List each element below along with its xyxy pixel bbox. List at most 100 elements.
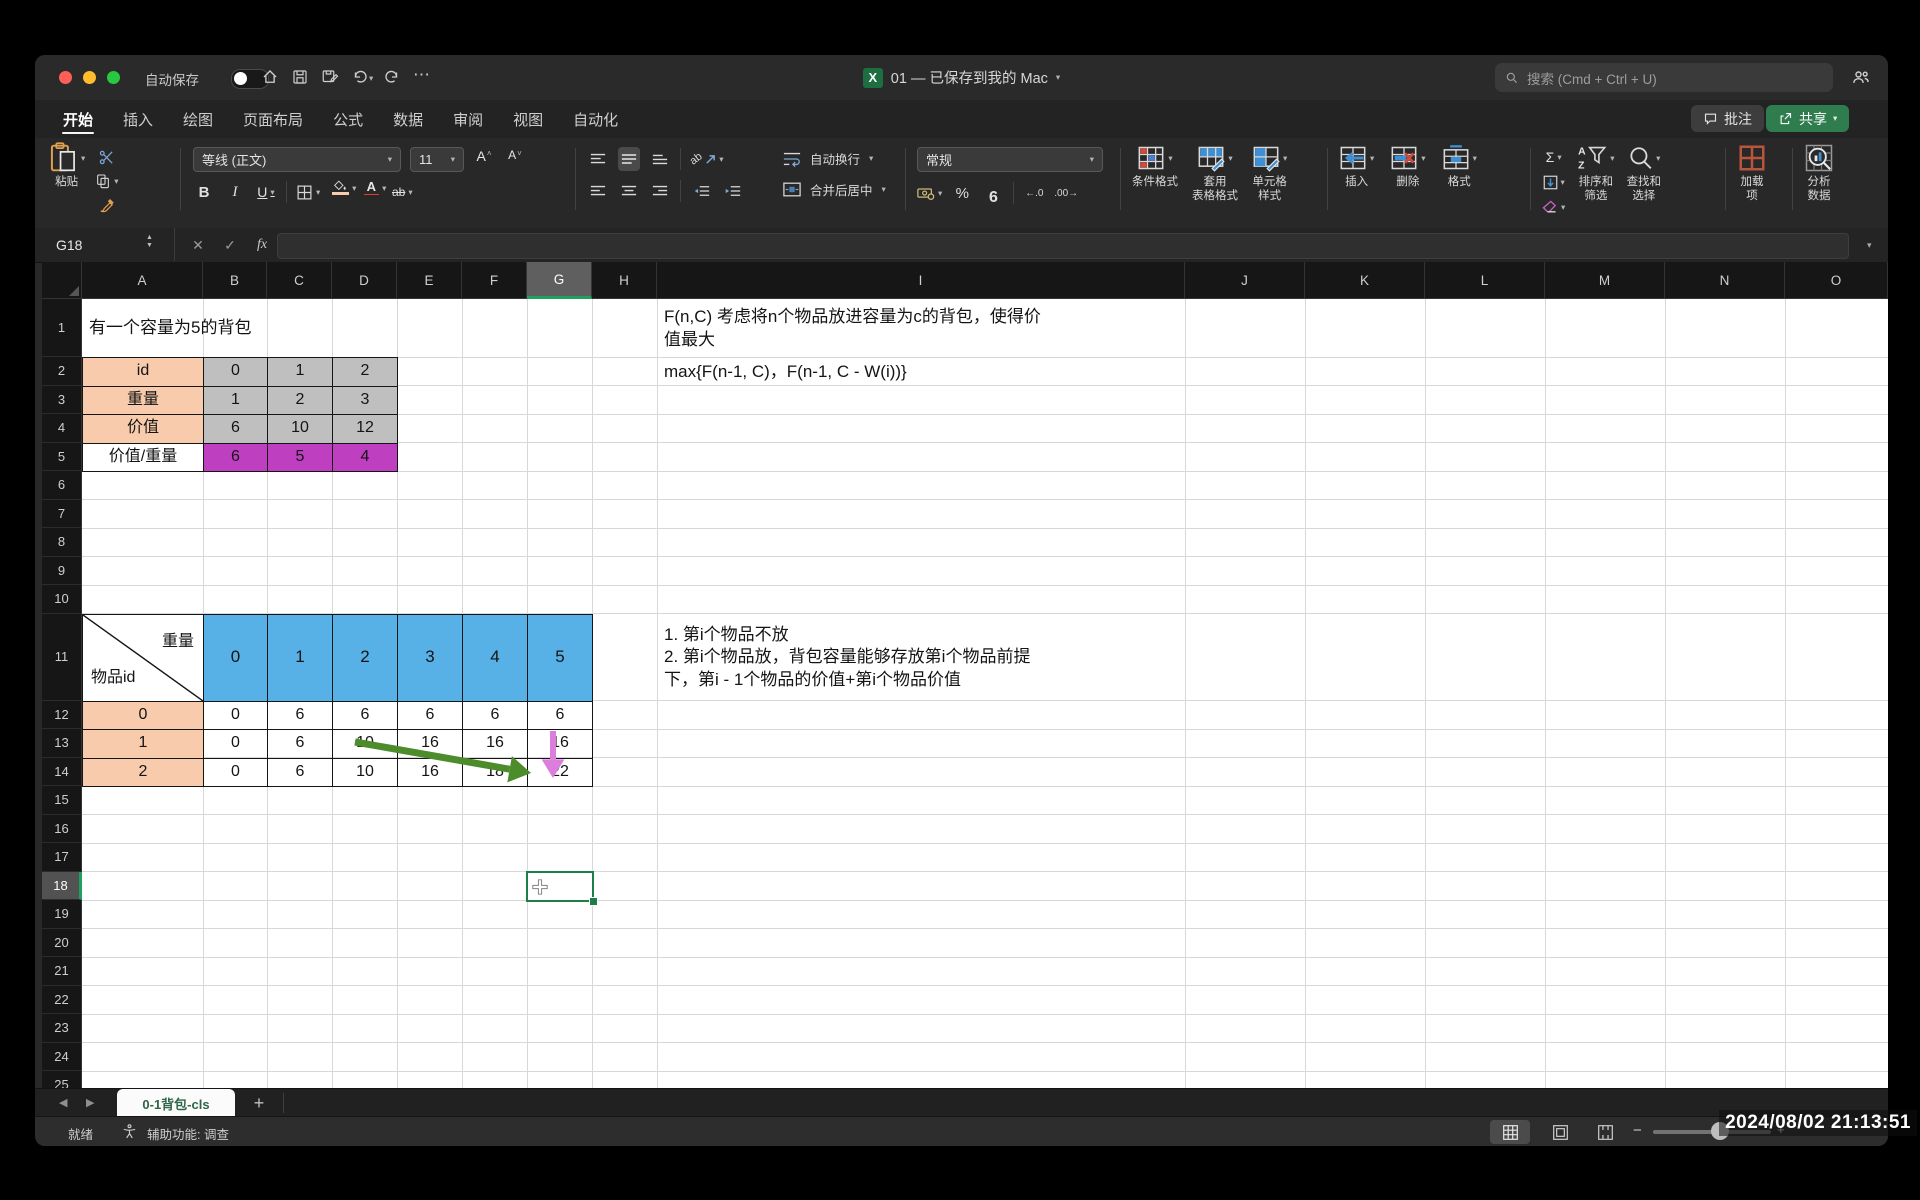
cell-F12[interactable]: 6 (462, 700, 528, 730)
share-button[interactable]: 共享 ▾ (1766, 105, 1850, 132)
column-header-C[interactable]: C (267, 262, 332, 299)
cell-D2[interactable]: 2 (332, 357, 398, 387)
merge-center-button[interactable]: 合并后居中 (810, 180, 873, 199)
column-header-E[interactable]: E (397, 262, 462, 299)
row-header-10[interactable]: 10 (42, 585, 82, 614)
align-top-button[interactable] (587, 147, 609, 171)
confirm-entry-icon[interactable]: ✓ (219, 235, 241, 255)
cell-D4[interactable]: 12 (332, 414, 398, 444)
add-sheet-button[interactable]: + (247, 1091, 271, 1115)
conditional-format-button[interactable]: ▾ 条件格式 (1132, 143, 1178, 223)
cell-A13[interactable]: 1 (82, 729, 204, 759)
font-color-button[interactable]: A ▾ (360, 180, 386, 204)
cell-D5[interactable]: 4 (332, 442, 398, 472)
column-header-F[interactable]: F (462, 262, 527, 299)
increase-decimal-button[interactable]: ←.0 (1023, 181, 1045, 205)
accessibility-status[interactable]: 辅助功能: 调查 (147, 1124, 229, 1143)
decrease-decimal-button[interactable]: .00→ (1054, 181, 1078, 205)
column-header-A[interactable]: A (82, 262, 203, 299)
cell-D11[interactable]: 2 (332, 613, 398, 702)
row-header-2[interactable]: 2 (42, 357, 82, 386)
page-break-view-button[interactable] (1585, 1120, 1625, 1144)
cell-G13[interactable]: 16 (527, 729, 593, 759)
tab-审阅[interactable]: 审阅 (438, 100, 498, 138)
percent-style-button[interactable]: % (951, 181, 973, 205)
cell-I1[interactable]: F(n,C) 考虑将n个物品放进容量为c的背包，使得价 值最大 (657, 299, 1186, 358)
row-header-1[interactable]: 1 (42, 299, 82, 357)
column-header-O[interactable]: O (1785, 262, 1888, 299)
column-header-H[interactable]: H (592, 262, 657, 299)
analyze-data-button[interactable]: 分析 数据 (1804, 143, 1834, 204)
cell-C14[interactable]: 6 (267, 757, 333, 787)
sort-filter-button[interactable]: AZ ▾ 排序和 筛选 (1577, 143, 1614, 223)
bold-button[interactable]: B (193, 180, 215, 204)
tab-公式[interactable]: 公式 (318, 100, 378, 138)
cell-B5[interactable]: 6 (203, 442, 268, 472)
cut-button[interactable] (95, 145, 118, 169)
save-as-icon[interactable] (319, 66, 341, 88)
prev-sheet-icon[interactable]: ◀ (59, 1096, 67, 1109)
row-header-14[interactable]: 14 (42, 757, 82, 786)
number-format-select[interactable]: 常规 ▾ (917, 147, 1103, 172)
accessibility-icon[interactable] (121, 1123, 138, 1140)
cell-E13[interactable]: 16 (397, 729, 463, 759)
next-sheet-icon[interactable]: ▶ (86, 1096, 94, 1109)
tab-页面布局[interactable]: 页面布局 (228, 100, 318, 138)
insert-function-icon[interactable]: fx (251, 235, 273, 255)
home-icon[interactable] (259, 66, 281, 88)
font-size-select[interactable]: 11 ▾ (410, 147, 464, 172)
title-chevron-icon[interactable]: ▾ (1056, 73, 1060, 82)
save-icon[interactable] (289, 66, 311, 88)
cell-B4[interactable]: 6 (203, 414, 268, 444)
row-header-7[interactable]: 7 (42, 499, 82, 528)
cell-C5[interactable]: 5 (267, 442, 333, 472)
increase-font-button[interactable]: A ˄ (473, 148, 495, 172)
cell-D3[interactable]: 3 (332, 385, 398, 415)
fill-button[interactable]: ▾ (1542, 170, 1565, 194)
format-cells-button[interactable]: ▾ 格式 (1442, 143, 1477, 223)
row-header-15[interactable]: 15 (42, 786, 82, 815)
row-header-8[interactable]: 8 (42, 528, 82, 557)
maximize-window-button[interactable] (107, 71, 120, 84)
autosum-button[interactable]: Σ ▾ (1542, 145, 1565, 169)
row-header-24[interactable]: 24 (42, 1042, 82, 1071)
tab-绘图[interactable]: 绘图 (168, 100, 228, 138)
cell-E11[interactable]: 3 (397, 613, 463, 702)
cell-A11-diagonal[interactable]: 重量 物品id (82, 613, 204, 702)
tab-视图[interactable]: 视图 (498, 100, 558, 138)
column-header-K[interactable]: K (1305, 262, 1425, 299)
people-icon[interactable] (1850, 66, 1872, 88)
name-box-spinner[interactable]: ▲ ▼ (146, 234, 153, 249)
comments-button[interactable]: 批注 (1691, 105, 1764, 132)
orientation-button[interactable]: ab ▾ (688, 147, 724, 171)
formula-input[interactable] (277, 233, 1849, 259)
cell-A3[interactable]: 重量 (82, 385, 204, 415)
cell-C2[interactable]: 1 (267, 357, 333, 387)
cell-C13[interactable]: 6 (267, 729, 333, 759)
column-header-J[interactable]: J (1185, 262, 1305, 299)
redo-icon[interactable] (381, 66, 403, 88)
cell-B14[interactable]: 0 (203, 757, 268, 787)
tab-数据[interactable]: 数据 (378, 100, 438, 138)
cell-C4[interactable]: 10 (267, 414, 333, 444)
font-name-select[interactable]: 等线 (正文) ▾ (193, 147, 401, 172)
tab-开始[interactable]: 开始 (48, 100, 108, 138)
cell-G11[interactable]: 5 (527, 613, 593, 702)
zoom-out-icon[interactable]: − (1633, 1122, 1642, 1139)
cell-G12[interactable]: 6 (527, 700, 593, 730)
cell-A12[interactable]: 0 (82, 700, 204, 730)
comma-style-button[interactable]: 9 (982, 181, 1004, 205)
cell-B2[interactable]: 0 (203, 357, 268, 387)
row-header-17[interactable]: 17 (42, 843, 82, 872)
align-right-button[interactable] (649, 179, 671, 203)
accounting-format-button[interactable]: ▾ (917, 181, 942, 205)
cell-A5[interactable]: 价值/重量 (82, 442, 204, 472)
selection-fill-handle[interactable] (589, 897, 598, 906)
select-all-corner[interactable] (42, 262, 82, 299)
cell-styles-button[interactable]: ▾ 单元格 样式 (1252, 143, 1287, 223)
row-header-18[interactable]: 18 (42, 871, 82, 900)
increase-indent-button[interactable] (721, 179, 743, 203)
addins-button[interactable]: 加载 项 (1737, 143, 1767, 204)
row-header-23[interactable]: 23 (42, 1014, 82, 1043)
cell-A4[interactable]: 价值 (82, 414, 204, 444)
